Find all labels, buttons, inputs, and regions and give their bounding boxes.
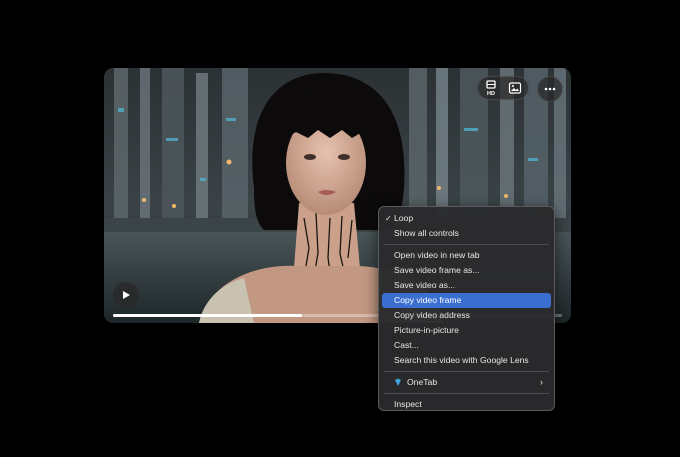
menu-item-show-all-controls[interactable]: Show all controls bbox=[382, 226, 551, 241]
menu-item-save-video-frame[interactable]: Save video frame as... bbox=[382, 263, 551, 278]
context-menu: ✓ Loop Show all controls Open video in n… bbox=[378, 206, 555, 411]
menu-item-cast[interactable]: Cast... bbox=[382, 338, 551, 353]
image-icon[interactable] bbox=[506, 79, 524, 97]
menu-item-label: OneTab bbox=[407, 377, 438, 387]
more-options-button[interactable] bbox=[537, 76, 563, 102]
play-button[interactable] bbox=[113, 282, 139, 308]
menu-item-label: Copy video frame bbox=[394, 295, 462, 305]
svg-text:HD: HD bbox=[487, 91, 495, 96]
menu-item-label: Picture-in-picture bbox=[394, 325, 459, 335]
menu-item-label: Open video in new tab bbox=[394, 250, 480, 260]
menu-item-save-video[interactable]: Save video as... bbox=[382, 278, 551, 293]
menu-item-open-video-new-tab[interactable]: Open video in new tab bbox=[382, 248, 551, 263]
progress-fill bbox=[113, 314, 302, 317]
menu-item-picture-in-picture[interactable]: Picture-in-picture bbox=[382, 323, 551, 338]
menu-separator bbox=[384, 371, 549, 372]
menu-item-copy-video-address[interactable]: Copy video address bbox=[382, 308, 551, 323]
frame-tools: HD bbox=[477, 76, 529, 100]
menu-item-google-lens[interactable]: Search this video with Google Lens bbox=[382, 353, 551, 368]
play-icon bbox=[117, 286, 135, 304]
menu-item-label: Cast... bbox=[394, 340, 419, 350]
menu-item-onetab[interactable]: OneTab › bbox=[382, 375, 551, 390]
menu-item-label: Loop bbox=[394, 213, 414, 223]
menu-item-label: Inspect bbox=[394, 399, 422, 409]
menu-item-loop[interactable]: ✓ Loop bbox=[382, 211, 551, 226]
menu-item-inspect[interactable]: Inspect bbox=[382, 397, 551, 412]
menu-separator bbox=[384, 244, 549, 245]
hd-icon[interactable]: HD bbox=[482, 79, 500, 97]
menu-item-label: Save video frame as... bbox=[394, 265, 480, 275]
onetab-icon bbox=[394, 376, 402, 386]
menu-item-label: Save video as... bbox=[394, 280, 456, 290]
menu-item-label: Show all controls bbox=[394, 228, 459, 238]
menu-item-label: Copy video address bbox=[394, 310, 470, 320]
top-controls: HD bbox=[477, 76, 563, 102]
menu-item-label: Search this video with Google Lens bbox=[394, 355, 529, 365]
check-icon: ✓ bbox=[385, 214, 392, 223]
menu-separator bbox=[384, 393, 549, 394]
more-icon bbox=[541, 80, 559, 98]
menu-item-copy-video-frame[interactable]: Copy video frame bbox=[382, 293, 551, 308]
chevron-right-icon: › bbox=[540, 377, 543, 387]
